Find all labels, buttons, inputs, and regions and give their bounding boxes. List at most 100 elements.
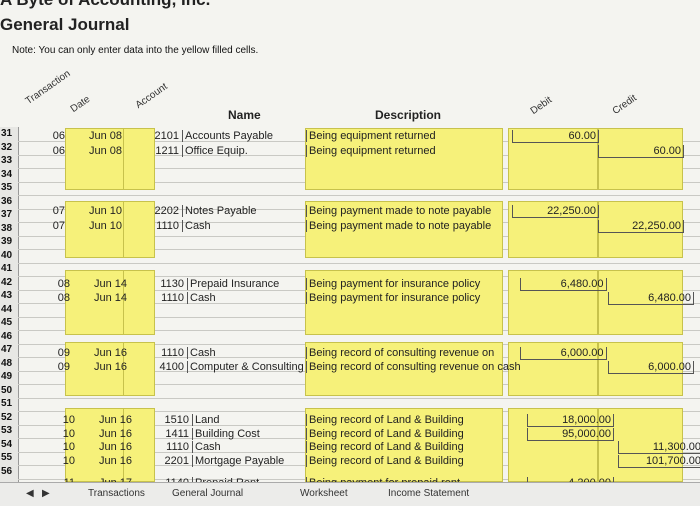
account-name-cell[interactable]: Cash [187, 347, 310, 359]
debit-cell[interactable]: 6,000.00 [519, 347, 607, 360]
description-cell[interactable]: Being record of Land & Building [306, 441, 509, 453]
account-name-cell[interactable]: Computer & Consulting [187, 361, 310, 373]
txn-cell[interactable]: 10 [55, 428, 75, 440]
header-description: Description [375, 108, 442, 122]
description-cell[interactable]: Being payment for insurance policy [306, 292, 509, 304]
row-number: 48 [1, 357, 13, 369]
txn-cell[interactable]: 10 [55, 455, 75, 467]
row-number: 33 [1, 155, 13, 166]
tab-income-statement[interactable]: Income Statement [388, 488, 469, 499]
txn-cell[interactable]: 07 [45, 205, 65, 217]
account-number-cell[interactable]: 1110 [155, 441, 189, 453]
date-cell[interactable]: Jun 08 [80, 145, 122, 157]
credit-cell[interactable]: 60.00 [598, 145, 684, 158]
yellow-input-cell[interactable] [598, 128, 683, 190]
header-name: Name [228, 108, 261, 122]
tab-transactions[interactable]: Transactions [88, 488, 145, 499]
account-number-cell[interactable]: 1510 [155, 414, 189, 426]
row-number: 31 [1, 128, 13, 139]
date-cell[interactable]: Jun 14 [85, 292, 127, 304]
txn-cell[interactable]: 10 [55, 441, 75, 453]
account-number-cell[interactable]: 4100 [150, 361, 184, 373]
txn-cell[interactable]: 08 [50, 292, 70, 304]
account-number-cell[interactable]: 1110 [150, 347, 184, 359]
note-text: Note: You can only enter data into the y… [12, 45, 259, 56]
account-name-cell[interactable]: Notes Payable [182, 205, 305, 217]
account-name-cell[interactable]: Land [192, 414, 315, 426]
date-cell[interactable]: Jun 16 [85, 361, 127, 373]
account-name-cell[interactable]: Cash [192, 441, 315, 453]
row-number: 35 [1, 182, 13, 193]
date-cell[interactable]: Jun 10 [80, 220, 122, 232]
description-cell[interactable]: Being payment made to note payable [306, 205, 509, 217]
debit-cell[interactable]: 95,000.00 [527, 428, 614, 441]
description-cell[interactable]: Being record of Land & Building [306, 455, 509, 467]
header-credit: Credit [610, 92, 639, 117]
date-cell[interactable]: Jun 16 [90, 441, 132, 453]
account-name-cell[interactable]: Cash [187, 292, 310, 304]
credit-cell[interactable]: 6,480.00 [608, 292, 694, 305]
description-cell[interactable]: Being payment for insurance policy [306, 278, 509, 290]
txn-cell[interactable]: 09 [50, 361, 70, 373]
date-cell[interactable]: Jun 14 [85, 278, 127, 290]
txn-cell[interactable]: 06 [45, 145, 65, 157]
account-name-cell[interactable]: Building Cost [192, 428, 315, 440]
credit-cell[interactable]: 101,700.00 [618, 455, 700, 468]
tab-worksheet[interactable]: Worksheet [300, 488, 348, 499]
txn-cell[interactable]: 08 [50, 278, 70, 290]
date-cell[interactable]: Jun 16 [90, 414, 132, 426]
account-number-cell[interactable]: 1411 [155, 428, 189, 440]
account-name-cell[interactable]: Prepaid Insurance [187, 278, 310, 290]
description-cell[interactable]: Being record of consulting revenue on [306, 347, 509, 359]
debit-cell[interactable]: 22,250.00 [512, 205, 599, 218]
credit-cell[interactable]: 11,300.00 [618, 441, 700, 454]
row-number: 49 [1, 371, 13, 382]
txn-cell[interactable]: 06 [45, 130, 65, 142]
date-cell[interactable]: Jun 10 [80, 205, 122, 217]
txn-cell[interactable]: 09 [50, 347, 70, 359]
account-name-cell[interactable]: Office Equip. [182, 145, 305, 157]
account-number-cell[interactable]: 1211 [145, 145, 179, 157]
description-cell[interactable]: Being equipment returned [306, 145, 509, 157]
account-number-cell[interactable]: 2202 [145, 205, 179, 217]
row-number: 51 [1, 398, 13, 409]
account-name-cell[interactable]: Mortgage Payable [192, 455, 315, 467]
description-cell[interactable]: Being payment made to note payable [306, 220, 509, 232]
credit-cell[interactable]: 22,250.00 [598, 220, 684, 233]
date-cell[interactable]: Jun 16 [90, 428, 132, 440]
account-number-cell[interactable]: 2101 [145, 130, 179, 142]
debit-cell[interactable]: 18,000.00 [527, 414, 614, 427]
account-number-cell[interactable]: 1110 [145, 220, 179, 232]
date-cell[interactable]: Jun 08 [80, 130, 122, 142]
row-number: 36 [1, 195, 13, 207]
prev-sheet-icon[interactable]: ◀ [26, 488, 34, 499]
grid-line [18, 262, 700, 264]
header-account: Account [133, 81, 170, 111]
account-number-cell[interactable]: 2201 [155, 455, 189, 467]
date-cell[interactable]: Jun 16 [85, 347, 127, 359]
row-number: 32 [1, 141, 13, 153]
next-sheet-icon[interactable]: ▶ [42, 488, 50, 499]
debit-cell[interactable]: 6,480.00 [519, 278, 607, 291]
description-cell[interactable]: Being record of Land & Building [306, 428, 509, 440]
tab-general-journal[interactable]: General Journal [172, 488, 243, 499]
credit-cell[interactable]: 6,000.00 [608, 361, 694, 374]
row-number: 34 [1, 168, 13, 180]
debit-cell[interactable]: 60.00 [512, 130, 599, 143]
account-name-cell[interactable]: Cash [182, 220, 305, 232]
description-cell[interactable]: Being record of consulting revenue on ca… [306, 361, 521, 373]
description-cell[interactable]: Being record of Land & Building [306, 414, 509, 426]
grid-line [18, 397, 700, 399]
account-name-cell[interactable]: Accounts Payable [182, 130, 305, 142]
txn-cell[interactable]: 07 [45, 220, 65, 232]
row-number: 40 [1, 249, 13, 261]
description-cell[interactable]: Being equipment returned [306, 130, 509, 142]
date-cell[interactable]: Jun 16 [90, 455, 132, 467]
row-number: 53 [1, 425, 13, 436]
row-number: 39 [1, 236, 13, 247]
txn-cell[interactable]: 10 [55, 414, 75, 426]
account-number-cell[interactable]: 1130 [150, 278, 184, 290]
row-number: 43 [1, 290, 13, 301]
row-number: 42 [1, 276, 13, 288]
account-number-cell[interactable]: 1110 [150, 292, 184, 304]
